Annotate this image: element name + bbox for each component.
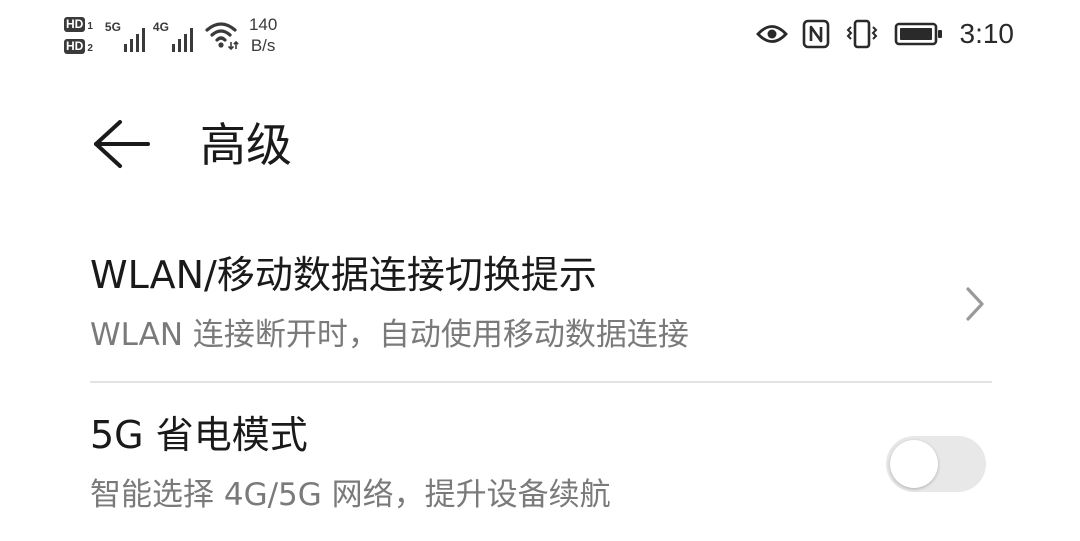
- battery-icon: [894, 22, 942, 46]
- back-arrow-icon[interactable]: [86, 114, 154, 174]
- hd-badge-label: HD: [64, 38, 86, 54]
- vibrate-icon: [846, 19, 877, 49]
- setting-title: 5G 省电模式: [90, 413, 308, 457]
- page-title: 高级: [200, 118, 292, 172]
- setting-subtitle: WLAN 连接断开时，自动使用移动数据连接: [90, 317, 689, 353]
- app-header: 高级: [0, 100, 1080, 190]
- hd-badge-sim-number: 2: [87, 42, 93, 54]
- network-speed-value: 140: [248, 15, 278, 34]
- setting-5g-power-saving: 5G 省电模式 智能选择 4G/5G 网络，提升设备续航: [0, 400, 1080, 541]
- signal-4g: 4G: [153, 18, 193, 52]
- list-divider: [90, 381, 992, 383]
- network-type-label: 4G: [152, 20, 169, 34]
- setting-wlan-mobile-switch-prompt[interactable]: WLAN/移动数据连接切换提示 WLAN 连接断开时，自动使用移动数据连接: [0, 240, 1080, 380]
- hd-badge-sim1: HD 1: [64, 16, 93, 32]
- setting-title: WLAN/移动数据连接切换提示: [90, 253, 597, 297]
- signal-bars-icon: [171, 28, 193, 52]
- chevron-right-icon: [966, 287, 984, 321]
- signal-5g: 5G: [105, 18, 145, 52]
- hd-volte-badges: HD 1 HD 2: [64, 16, 93, 54]
- clock-time: 3:10: [959, 18, 1015, 49]
- setting-subtitle: 智能选择 4G/5G 网络，提升设备续航: [90, 477, 611, 513]
- 5g-power-saving-toggle[interactable]: [886, 436, 986, 492]
- toggle-knob: [890, 440, 938, 488]
- hd-badge-label: HD: [64, 16, 86, 32]
- network-speed: 140 B/s: [249, 14, 277, 56]
- nfc-icon: [802, 19, 829, 49]
- eye-icon: [755, 25, 788, 43]
- status-bar-left: HD 1 HD 2 5G 4G 140 B/s: [64, 8, 277, 62]
- network-speed-unit: B/s: [250, 36, 276, 55]
- hd-badge-sim2: HD 2: [64, 38, 93, 54]
- hd-badge-sim-number: 1: [87, 20, 93, 32]
- signal-bars-icon: [123, 28, 145, 52]
- status-bar: HD 1 HD 2 5G 4G 140 B/s 3:10: [0, 0, 1080, 70]
- wifi-icon: [205, 22, 239, 51]
- status-bar-right: 3:10: [755, 12, 1015, 56]
- network-type-label: 5G: [104, 20, 121, 34]
